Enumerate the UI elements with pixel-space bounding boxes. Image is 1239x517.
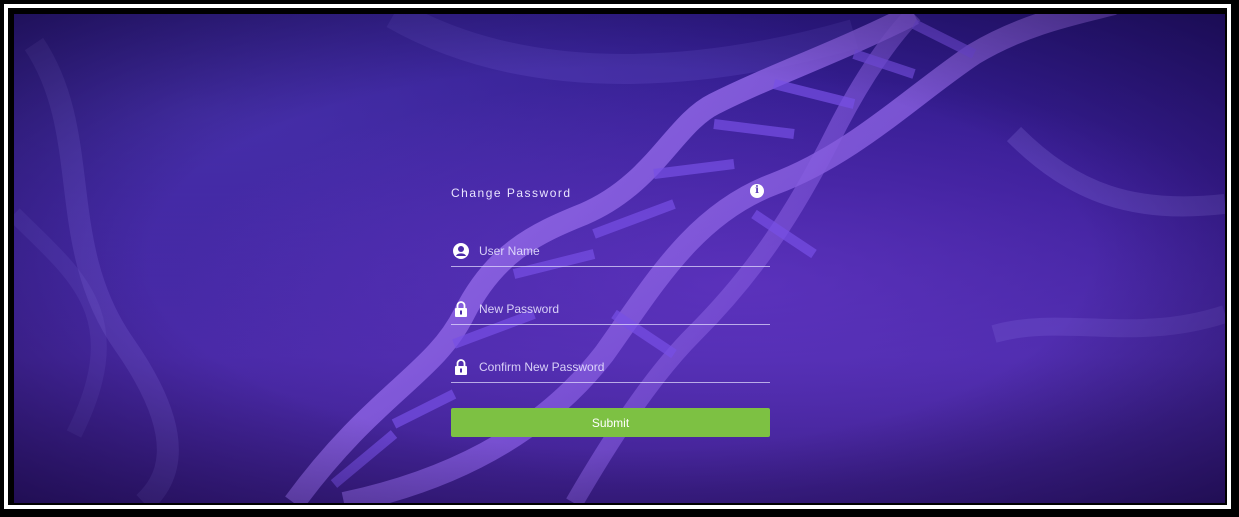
username-field[interactable] [451, 240, 770, 267]
submit-button[interactable]: Submit [451, 408, 770, 437]
confirm-password-field[interactable] [451, 356, 770, 383]
confirm-password-input[interactable] [479, 357, 759, 377]
lock-icon [455, 359, 467, 375]
user-icon [453, 243, 469, 259]
username-input[interactable] [479, 241, 759, 261]
form-title: Change Password [451, 186, 572, 200]
lock-icon [455, 301, 467, 317]
new-password-field[interactable] [451, 298, 770, 325]
info-icon[interactable]: i [750, 184, 764, 198]
new-password-input[interactable] [479, 299, 759, 319]
